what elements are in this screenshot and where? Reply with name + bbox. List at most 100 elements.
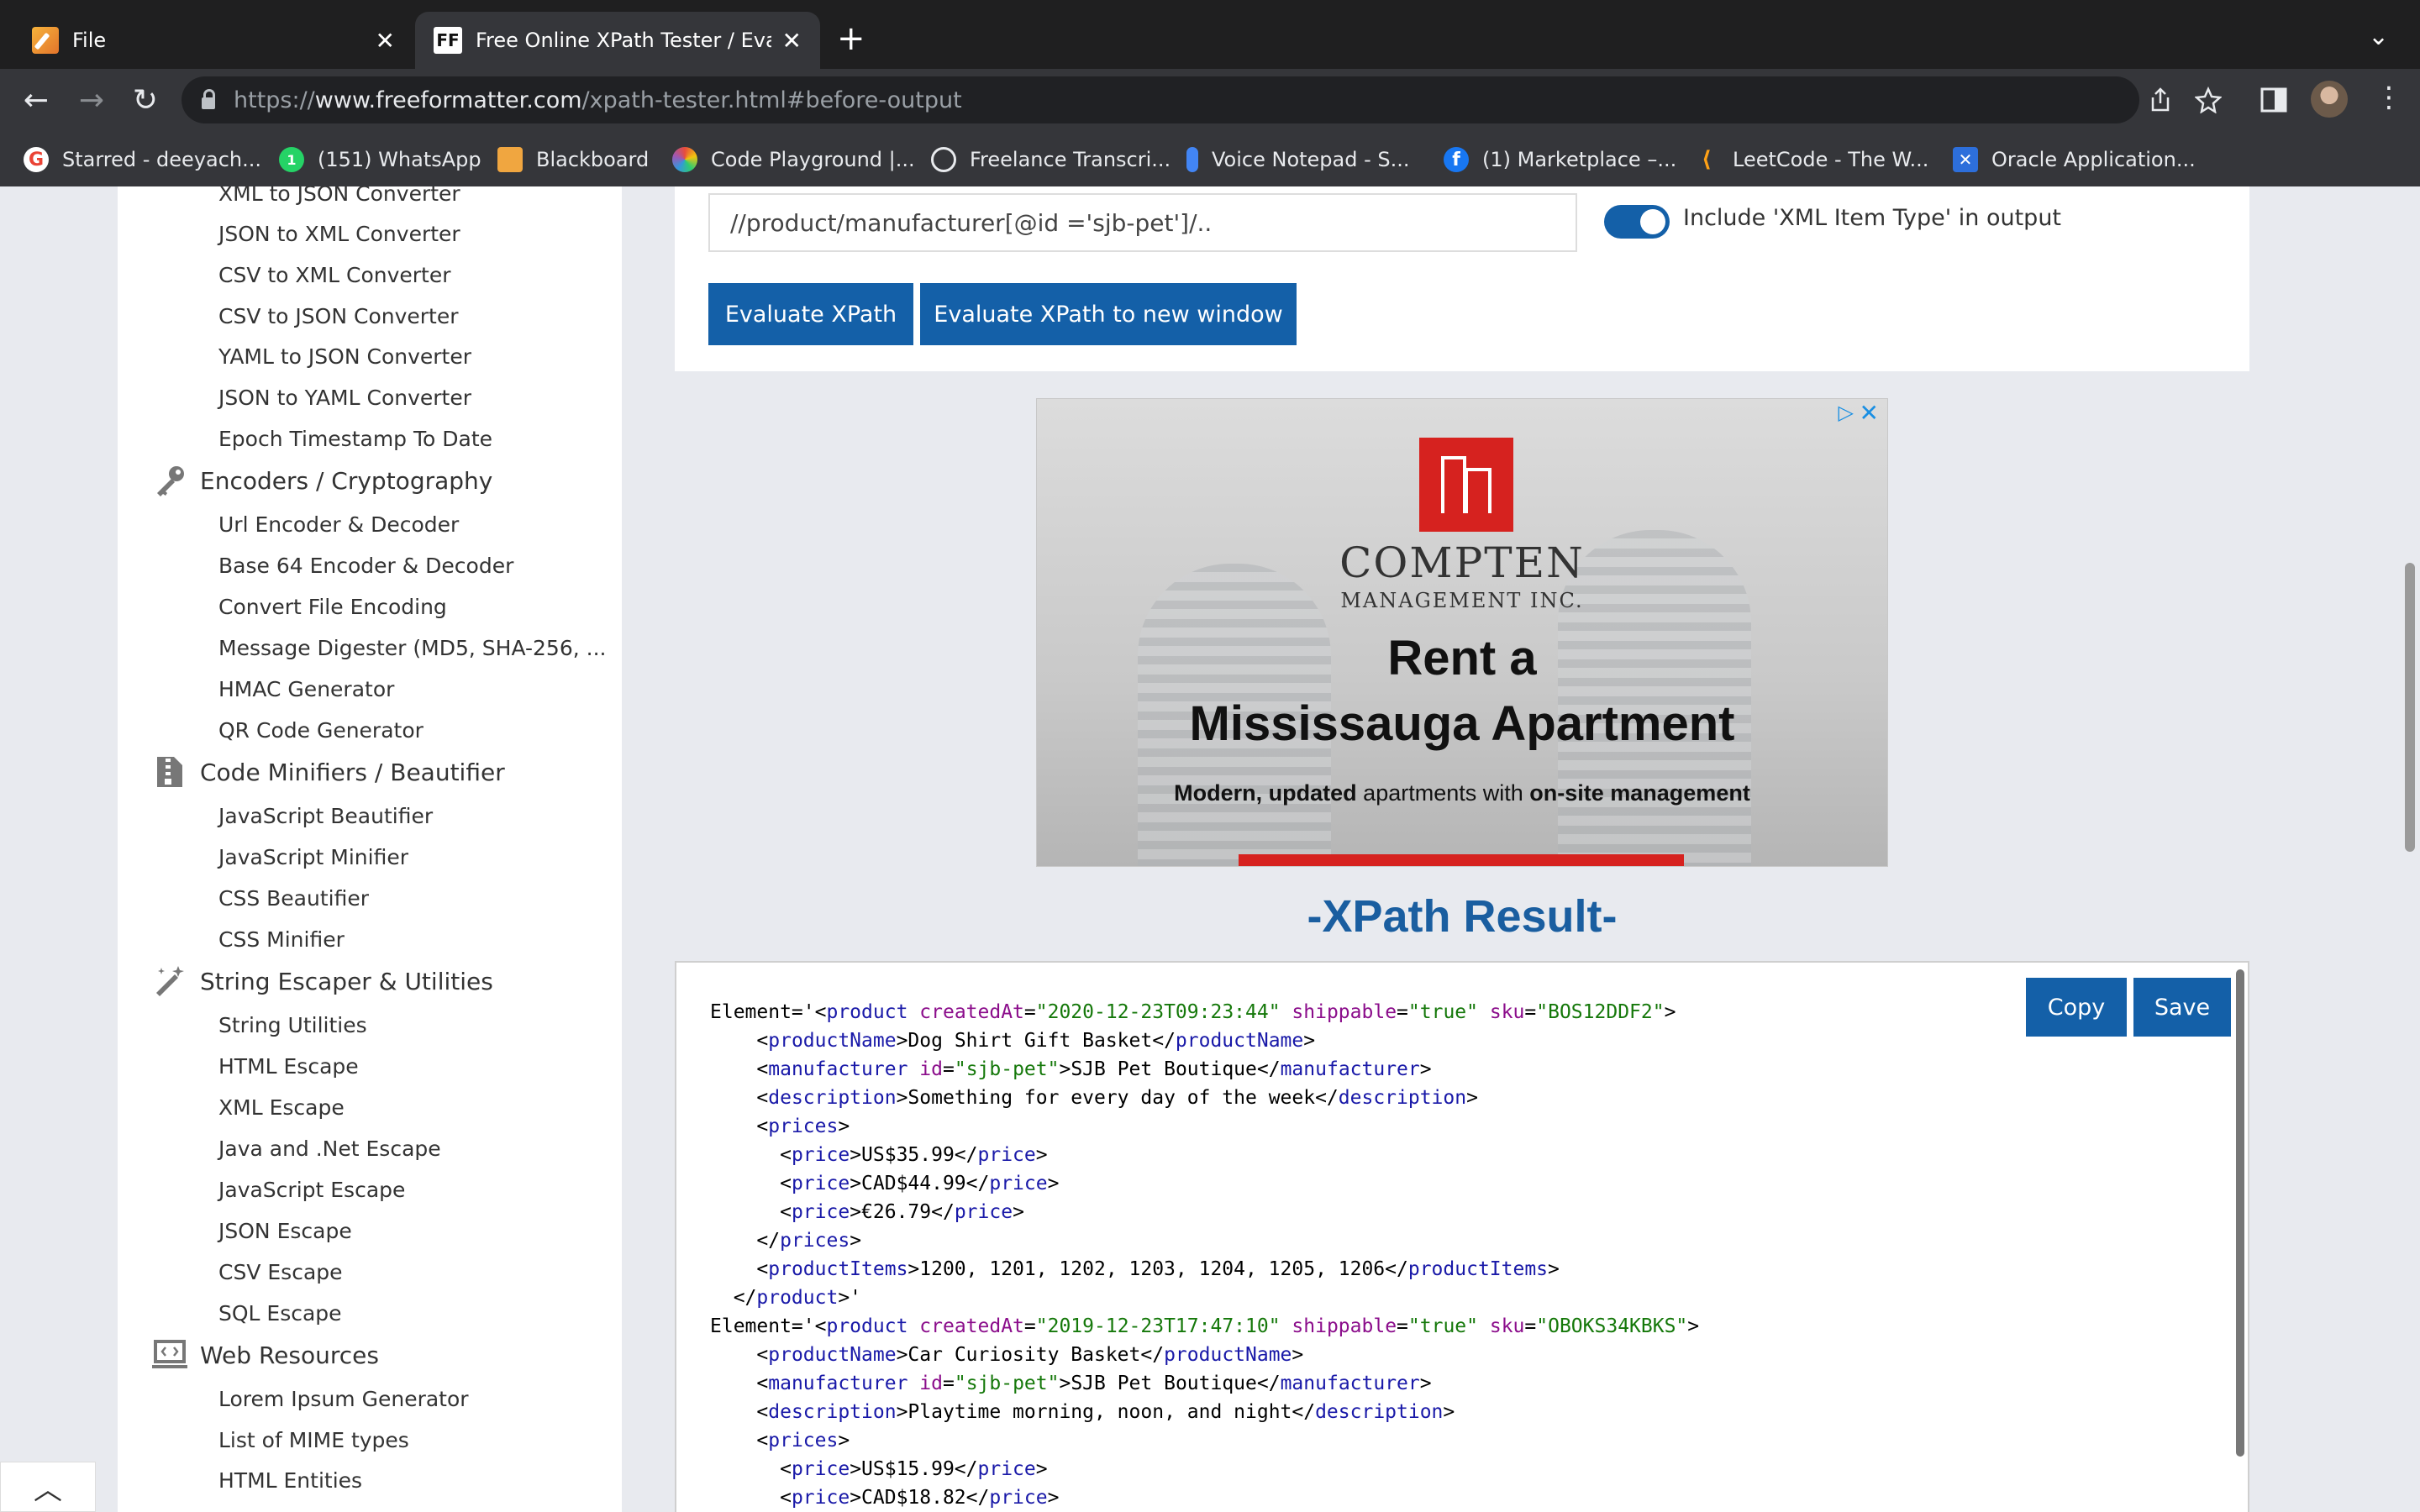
back-to-top-button[interactable]: ︿ <box>0 1462 96 1512</box>
ad-close-icon[interactable]: ✕ <box>1860 399 1879 427</box>
bookmarks-bar: G Starred - deeyach... 1 (151) WhatsApp … <box>0 131 2420 186</box>
page-scrollbar[interactable] <box>2405 563 2415 852</box>
sidebar-link[interactable]: JavaScript Minifier <box>218 845 408 869</box>
sidebar-link[interactable]: String Utilities <box>218 1013 367 1037</box>
category-label: Encoders / Cryptography <box>200 466 493 495</box>
address-bar[interactable]: https://www.freeformatter.com/xpath-test… <box>182 76 2222 123</box>
xml-tag: productName <box>1175 1030 1304 1052</box>
sidebar-link[interactable]: CSV to XML Converter <box>218 263 451 287</box>
sidebar-link[interactable]: CSS Beautifier <box>218 886 369 911</box>
sidebar-link[interactable]: HMAC Generator <box>218 677 394 701</box>
sidebar-link[interactable]: Base 64 Encoder & Decoder <box>218 554 513 578</box>
bookmark-code-playground[interactable]: Code Playground |... <box>672 143 915 176</box>
advertisement-banner[interactable]: ▷ ✕ COMPTEN MANAGEMENT INC. Rent a Missi… <box>1036 398 1888 867</box>
bookmark-starred[interactable]: G Starred - deeyach... <box>24 143 261 176</box>
sidebar-link[interactable]: HTML Entities <box>218 1468 362 1493</box>
sidebar-link[interactable]: JSON to XML Converter <box>218 222 460 246</box>
save-button[interactable]: Save <box>2133 978 2231 1037</box>
bookmark-whatsapp[interactable]: 1 (151) WhatsApp <box>279 143 481 176</box>
tab-close-icon[interactable]: ✕ <box>782 27 802 55</box>
bookmark-oracle[interactable]: ✕ Oracle Application... <box>1953 143 2196 176</box>
bookmark-leetcode[interactable]: ⟨ LeetCode - The W... <box>1694 143 1928 176</box>
xml-text: < <box>710 1258 769 1280</box>
sidebar-link[interactable]: YAML to JSON Converter <box>218 344 471 369</box>
xml-text <box>1281 1315 1292 1337</box>
sidebar-link[interactable]: JSON Escape <box>218 1219 352 1243</box>
xml-text: = <box>1524 1001 1537 1023</box>
copy-button[interactable]: Copy <box>2026 978 2127 1037</box>
xpath-result-panel[interactable]: Element='<product createdAt="2020-12-23T… <box>675 961 2249 1512</box>
sidebar-link[interactable]: CSS Minifier <box>218 927 345 952</box>
forward-button[interactable]: → <box>72 81 111 119</box>
evaluate-xpath-button[interactable]: Evaluate XPath <box>708 283 913 345</box>
xml-tag: product <box>756 1287 839 1309</box>
tab-title: File <box>72 29 107 52</box>
xml-text: > <box>1443 1401 1455 1423</box>
evaluate-xpath-new-window-button[interactable]: Evaluate XPath to new window <box>920 283 1297 345</box>
xml-attribute: createdAt <box>919 1315 1024 1337</box>
xml-text: < <box>710 1030 769 1052</box>
back-button[interactable]: ← <box>17 81 55 119</box>
sidebar-link[interactable]: SQL Escape <box>218 1301 342 1326</box>
xpath-result-code[interactable]: Element='<product createdAt="2020-12-23T… <box>710 998 1699 1512</box>
bookmark-marketplace[interactable]: f (1) Marketplace –... <box>1444 143 1676 176</box>
xml-text: > <box>1292 1344 1304 1366</box>
result-heading: -XPath Result- <box>1307 891 1618 942</box>
sidebar-link[interactable]: Convert File Encoding <box>218 595 447 619</box>
sidebar-link[interactable]: JavaScript Escape <box>218 1178 405 1202</box>
sidebar-link[interactable]: Url Encoder & Decoder <box>218 512 459 537</box>
xml-text: </ <box>710 1287 757 1309</box>
bookmark-voice-notepad[interactable]: Voice Notepad - S... <box>1186 143 1410 176</box>
sidebar-link[interactable]: Epoch Timestamp To Date <box>218 427 492 451</box>
sidebar-link[interactable]: JSON to YAML Converter <box>218 386 471 410</box>
main-content: //product/manufacturer[@id ='sjb-pet']/.… <box>622 186 2302 1512</box>
leetcode-icon: ⟨ <box>1702 147 1712 172</box>
star-icon[interactable] <box>2195 87 2222 113</box>
sidebar-link[interactable]: XML Escape <box>218 1095 345 1120</box>
xml-tag: price <box>791 1173 850 1194</box>
tab-search-chevron-icon[interactable]: ⌄ <box>2368 22 2389 51</box>
url-text[interactable]: https://www.freeformatter.com/xpath-test… <box>234 87 962 113</box>
xml-text: = <box>942 1373 955 1394</box>
sidebar-link[interactable]: CSV Escape <box>218 1260 343 1284</box>
sidebar-link[interactable]: List of MIME types <box>218 1428 409 1452</box>
bookmark-blackboard[interactable]: Blackboard <box>497 143 649 176</box>
profile-avatar[interactable] <box>2311 81 2348 118</box>
browser-menu-icon[interactable]: ⋮ <box>2375 81 2403 114</box>
xml-tag: manufacturer <box>768 1058 908 1080</box>
sidebar-link[interactable]: XML to JSON Converter <box>218 186 460 206</box>
code-playground-icon <box>672 147 697 172</box>
sidebar-link[interactable]: Message Digester (MD5, SHA-256, ... <box>218 636 606 660</box>
sidebar-link[interactable]: CSV to JSON Converter <box>218 304 459 328</box>
reload-button[interactable]: ↻ <box>126 81 165 119</box>
sidebar-link[interactable]: Lorem Ipsum Generator <box>218 1387 469 1411</box>
sidebar-link[interactable]: Java and .Net Escape <box>218 1137 441 1161</box>
sidebar-link[interactable]: JavaScript Beautifier <box>218 804 433 828</box>
sidebar-category-escaper[interactable]: String Escaper & Utilities <box>151 963 493 1000</box>
xpath-expression-input[interactable]: //product/manufacturer[@id ='sjb-pet']/.… <box>708 193 1577 252</box>
xml-text <box>1281 1001 1292 1023</box>
sidebar-link[interactable]: QR Code Generator <box>218 718 424 743</box>
sidebar-category-web[interactable]: Web Resources <box>151 1336 379 1373</box>
code-line: <price>US$35.99</price> <box>710 1144 1048 1166</box>
bookmark-freelance[interactable]: Freelance Transcri... <box>931 143 1171 176</box>
share-icon[interactable] <box>2148 87 2173 113</box>
ad-cta-button[interactable] <box>1239 854 1684 866</box>
sidebar-category-encoders[interactable]: Encoders / Cryptography <box>151 462 492 499</box>
include-item-type-toggle[interactable] <box>1604 205 1670 239</box>
xml-attribute-value: "sjb-pet" <box>954 1058 1060 1080</box>
tab-xpath-tester[interactable]: FF Free Online XPath Tester / Evaluator … <box>415 12 820 69</box>
sidebar-category-minifiers[interactable]: Code Minifiers / Beautifier <box>151 753 505 790</box>
tab-close-icon[interactable]: ✕ <box>376 27 395 55</box>
xml-text: > <box>1419 1058 1432 1080</box>
xml-text: < <box>710 1373 769 1394</box>
adchoices-icon[interactable]: ▷ <box>1839 401 1854 424</box>
sidebar-link[interactable]: HTML Escape <box>218 1054 359 1079</box>
tab-title: Free Online XPath Tester / Evaluator <box>476 29 771 52</box>
new-tab-button[interactable]: + <box>837 22 865 55</box>
side-panel-icon[interactable] <box>2260 87 2287 113</box>
result-scrollbar[interactable] <box>2236 969 2244 1457</box>
bookmark-label: Starred - deeyach... <box>62 148 262 171</box>
tab-file[interactable]: File ✕ <box>12 12 413 69</box>
lock-icon[interactable] <box>202 89 215 109</box>
